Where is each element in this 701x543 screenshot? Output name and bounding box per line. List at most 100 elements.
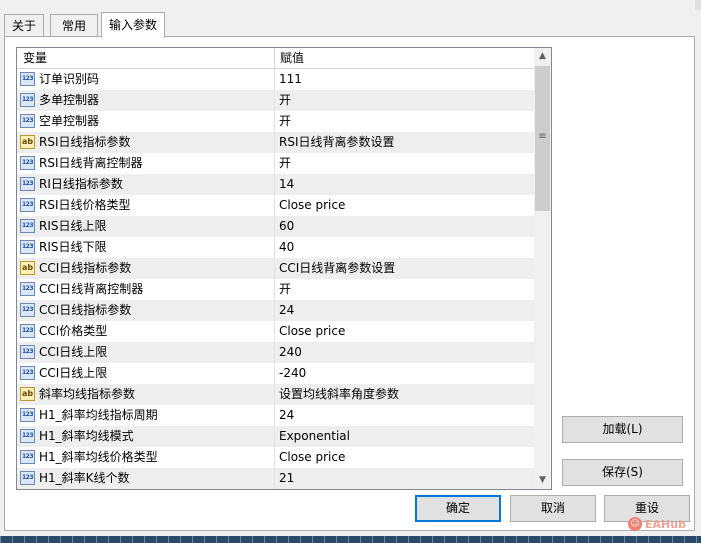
table-row[interactable]: 123 H1_斜率均线价格类型 Close price bbox=[17, 447, 535, 468]
window-corner bbox=[695, 0, 701, 10]
parameter-value[interactable]: 24 bbox=[279, 405, 294, 426]
cell-separator bbox=[274, 384, 275, 405]
parameter-name: H1_斜率K线个数 bbox=[39, 471, 130, 485]
tab-about[interactable]: 关于 bbox=[4, 14, 44, 36]
integer-type-icon: 123 bbox=[20, 240, 35, 254]
parameter-name: RI日线指标参数 bbox=[39, 177, 123, 191]
integer-type-icon: 123 bbox=[20, 429, 35, 443]
table-row[interactable]: ab CCI日线指标参数 CCI日线背离参数设置 bbox=[17, 258, 535, 279]
parameter-name: CCI日线上限 bbox=[39, 366, 108, 380]
table-row[interactable]: 123 H1_斜率K线个数 21 bbox=[17, 468, 535, 489]
table-row[interactable]: 123 CCI日线背离控制器 开 bbox=[17, 279, 535, 300]
integer-type-icon: 123 bbox=[20, 450, 35, 464]
table-row[interactable]: 123 H1_斜率均线指标周期 24 bbox=[17, 405, 535, 426]
cell-separator bbox=[274, 258, 275, 279]
string-type-icon: ab bbox=[20, 261, 35, 275]
table-row[interactable]: ab 斜率均线指标参数 设置均线斜率角度参数 bbox=[17, 384, 535, 405]
integer-type-icon: 123 bbox=[20, 198, 35, 212]
load-button[interactable]: 加载(L) bbox=[562, 416, 683, 443]
parameter-name: H1_斜率均线模式 bbox=[39, 429, 134, 443]
parameter-name: 多单控制器 bbox=[39, 93, 100, 107]
parameter-name: RSI日线指标参数 bbox=[39, 135, 131, 149]
parameter-value[interactable]: Close price bbox=[279, 447, 345, 468]
parameter-value[interactable]: Close price bbox=[279, 195, 345, 216]
parameter-value[interactable]: RSI日线背离参数设置 bbox=[279, 132, 395, 153]
column-separator[interactable] bbox=[274, 48, 275, 69]
parameter-name: H1_斜率均线价格类型 bbox=[39, 450, 158, 464]
cell-separator bbox=[274, 132, 275, 153]
cell-separator bbox=[274, 447, 275, 468]
eahub-logo-icon: ☺ bbox=[628, 517, 642, 531]
parameter-name: H1_斜率均线指标周期 bbox=[39, 408, 158, 422]
parameter-name: CCI日线背离控制器 bbox=[39, 282, 144, 296]
grip-icon: ≡ bbox=[538, 131, 547, 142]
parameter-name: CCI价格类型 bbox=[39, 324, 108, 338]
table-row[interactable]: 123 RSI日线背离控制器 开 bbox=[17, 153, 535, 174]
cell-separator bbox=[274, 90, 275, 111]
vertical-scrollbar[interactable]: ▲ ≡ ▼ bbox=[534, 48, 551, 489]
table-row[interactable]: 123 RIS日线下限 40 bbox=[17, 237, 535, 258]
table-row[interactable]: 123 多单控制器 开 bbox=[17, 90, 535, 111]
watermark-text: EAHub bbox=[645, 517, 686, 531]
parameter-value[interactable]: 111 bbox=[279, 69, 302, 90]
parameter-name: RIS日线下限 bbox=[39, 240, 107, 254]
table-row[interactable]: 123 CCI价格类型 Close price bbox=[17, 321, 535, 342]
parameter-value[interactable]: 24 bbox=[279, 300, 294, 321]
table-row[interactable]: 123 空单控制器 开 bbox=[17, 111, 535, 132]
ok-button[interactable]: 确定 bbox=[415, 495, 501, 522]
table-row[interactable]: 123 CCI日线上限 240 bbox=[17, 342, 535, 363]
table-row[interactable]: 123 订单识别码 111 bbox=[17, 69, 535, 90]
parameter-value[interactable]: 设置均线斜率角度参数 bbox=[279, 384, 399, 405]
integer-type-icon: 123 bbox=[20, 303, 35, 317]
integer-type-icon: 123 bbox=[20, 156, 35, 170]
parameter-name: CCI日线指标参数 bbox=[39, 303, 132, 317]
parameter-value[interactable]: 14 bbox=[279, 174, 294, 195]
table-row[interactable]: ab RSI日线指标参数 RSI日线背离参数设置 bbox=[17, 132, 535, 153]
table-row[interactable]: 123 RIS日线上限 60 bbox=[17, 216, 535, 237]
parameter-value[interactable]: 40 bbox=[279, 237, 294, 258]
cell-separator bbox=[274, 279, 275, 300]
integer-type-icon: 123 bbox=[20, 471, 35, 485]
chevron-down-icon[interactable]: ▼ bbox=[534, 472, 551, 489]
parameter-name: 斜率均线指标参数 bbox=[39, 387, 136, 401]
parameter-value[interactable]: 开 bbox=[279, 153, 291, 174]
cancel-button[interactable]: 取消 bbox=[510, 495, 596, 522]
table-row[interactable]: 123 RI日线指标参数 14 bbox=[17, 174, 535, 195]
chevron-up-icon[interactable]: ▲ bbox=[534, 48, 551, 65]
parameter-value[interactable]: 开 bbox=[279, 111, 291, 132]
cell-separator bbox=[274, 321, 275, 342]
column-header-variable[interactable]: 变量 bbox=[23, 48, 47, 69]
parameter-value[interactable]: Close price bbox=[279, 321, 345, 342]
parameter-value[interactable]: 21 bbox=[279, 468, 294, 489]
parameter-value[interactable]: 开 bbox=[279, 90, 291, 111]
string-type-icon: ab bbox=[20, 387, 35, 401]
integer-type-icon: 123 bbox=[20, 72, 35, 86]
parameter-name: 订单识别码 bbox=[39, 72, 100, 86]
parameter-name: CCI日线指标参数 bbox=[39, 261, 132, 275]
table-row[interactable]: 123 RSI日线价格类型 Close price bbox=[17, 195, 535, 216]
cell-separator bbox=[274, 468, 275, 489]
parameter-value[interactable]: Exponential bbox=[279, 426, 350, 447]
parameter-value[interactable]: 开 bbox=[279, 279, 291, 300]
scrollbar-thumb[interactable]: ≡ bbox=[535, 66, 550, 211]
tab-inputs[interactable]: 输入参数 bbox=[101, 12, 165, 38]
parameter-value[interactable]: 60 bbox=[279, 216, 294, 237]
integer-type-icon: 123 bbox=[20, 219, 35, 233]
parameter-value[interactable]: 240 bbox=[279, 342, 302, 363]
watermark: ☺ EAHub bbox=[628, 517, 686, 535]
cell-separator bbox=[274, 195, 275, 216]
parameter-value[interactable]: CCI日线背离参数设置 bbox=[279, 258, 395, 279]
save-button[interactable]: 保存(S) bbox=[562, 459, 683, 486]
parameter-value[interactable]: -240 bbox=[279, 363, 306, 384]
strip-ticks bbox=[0, 536, 701, 543]
table-row[interactable]: 123 H1_斜率均线模式 Exponential bbox=[17, 426, 535, 447]
table-row[interactable]: 123 CCI日线指标参数 24 bbox=[17, 300, 535, 321]
tab-common[interactable]: 常用 bbox=[50, 14, 98, 36]
integer-type-icon: 123 bbox=[20, 282, 35, 296]
input-parameters-grid: 变量 赋值 123 订单识别码 111 123 多单控制器开 123 空单控制器开 ab RSI… bbox=[16, 47, 552, 490]
column-header-value[interactable]: 赋值 bbox=[280, 48, 304, 69]
table-row[interactable]: 123 CCI日线上限 -240 bbox=[17, 363, 535, 384]
cell-separator bbox=[274, 300, 275, 321]
window-top-strip bbox=[0, 0, 701, 10]
taskbar-strip bbox=[0, 536, 701, 543]
